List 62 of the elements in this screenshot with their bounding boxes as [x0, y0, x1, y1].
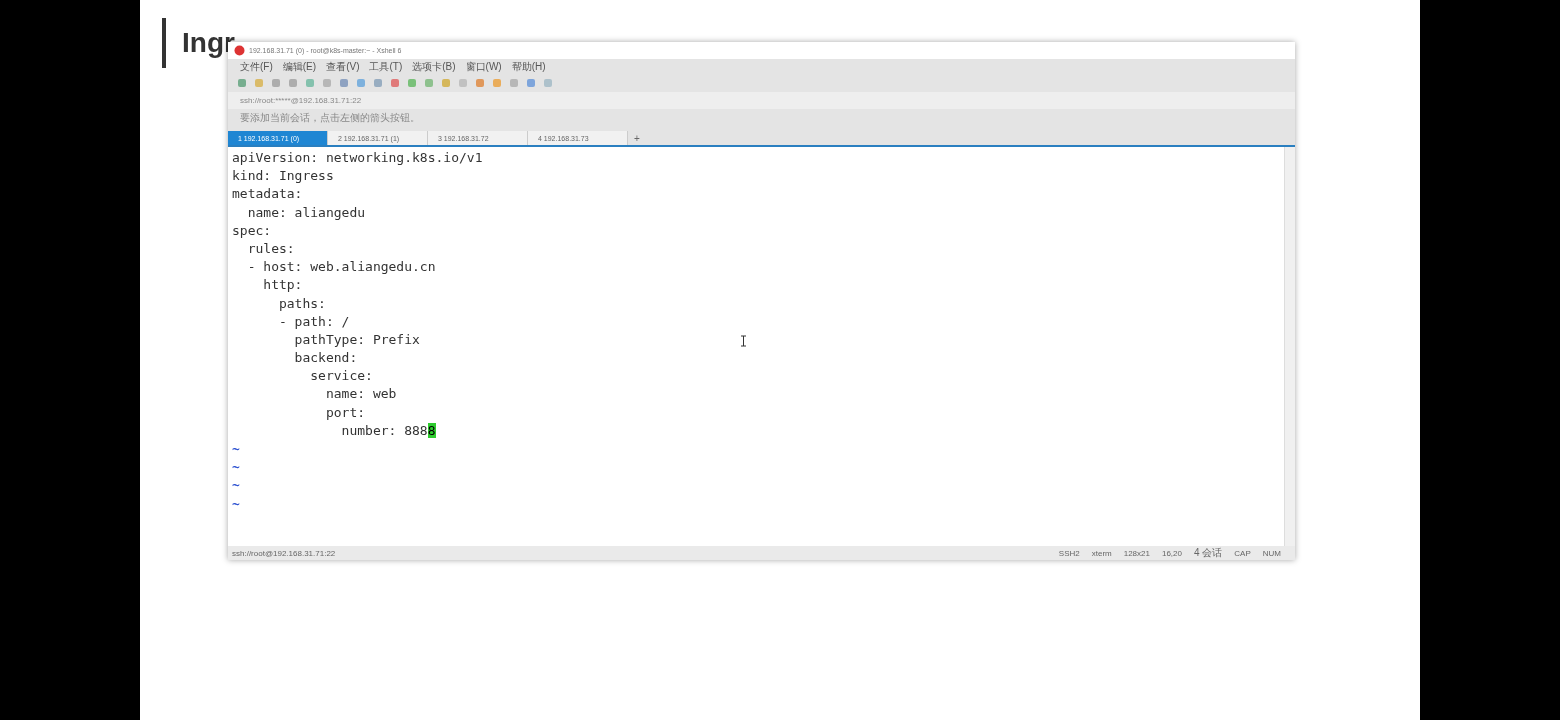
toolbar-icon[interactable]	[527, 79, 535, 87]
menu-item[interactable]: 查看(V)	[326, 59, 360, 74]
info-text: 要添加当前会话，点击左侧的箭头按钮。	[240, 111, 420, 125]
code-line: name: web	[324, 386, 397, 402]
slide-title: Ingr	[182, 27, 235, 59]
menu-item[interactable]: 工具(T)	[369, 59, 403, 74]
toolbar-icon[interactable]	[306, 79, 314, 87]
toolbar-icon[interactable]	[476, 79, 484, 87]
text-cursor-icon	[740, 335, 747, 347]
code-line: paths:	[277, 295, 326, 311]
status-item: CAP	[1234, 548, 1251, 558]
toolbar-icon[interactable]	[323, 79, 331, 87]
code-line: metadata:	[232, 186, 303, 202]
toolbar-icon[interactable]	[357, 79, 365, 87]
toolbar-icon[interactable]	[391, 79, 399, 87]
status-item: xterm	[1091, 548, 1112, 558]
code-line: - host: web.aliangedu.cn	[246, 259, 436, 275]
code-line: service:	[309, 368, 373, 384]
toolbar-icon[interactable]	[289, 79, 297, 87]
menu-item[interactable]: 文件(F)	[240, 59, 273, 74]
toolbar-icon[interactable]	[544, 79, 552, 87]
toolbar-icon[interactable]	[459, 79, 467, 87]
toolbar-icon[interactable]	[374, 79, 382, 87]
code-line: number: 888	[340, 422, 428, 438]
toolbar-icon[interactable]	[425, 79, 433, 87]
toolbar-icon[interactable]	[510, 79, 518, 87]
address-field[interactable]: ssh://root:*****@192.168.31.71:22	[240, 96, 362, 105]
menu-item[interactable]: 帮助(H)	[511, 59, 546, 74]
status-address: ssh://root@192.168.31.71:22	[232, 548, 336, 558]
toolbar-icon[interactable]	[272, 79, 280, 87]
status-item: NUM	[1262, 548, 1281, 558]
code-line: pathType: Prefix	[293, 331, 420, 347]
empty-line-marker: ~	[232, 495, 240, 511]
code-line: backend:	[293, 350, 358, 366]
code-line: apiVersion: networking.k8s.io/v1	[232, 150, 483, 165]
toolbar-icon[interactable]	[340, 79, 348, 87]
status-item: SSH2	[1058, 548, 1080, 558]
empty-line-marker: ~	[232, 459, 240, 475]
menu-item[interactable]: 窗口(W)	[465, 59, 502, 74]
toolbar-icon[interactable]	[408, 79, 416, 87]
status-item: 128x21	[1123, 548, 1150, 558]
menu-item[interactable]: 选项卡(B)	[412, 59, 456, 74]
toolbar-icon[interactable]	[238, 79, 246, 87]
code-line: http:	[262, 277, 303, 293]
code-line: kind: Ingress	[232, 168, 334, 184]
code-line: - path: /	[277, 313, 350, 329]
code-line: spec:	[232, 222, 272, 238]
status-item: 16,20	[1161, 548, 1182, 558]
code-line: name: aliangedu	[246, 204, 366, 220]
new-tab-button[interactable]: +	[628, 131, 646, 145]
scrollbar[interactable]	[1284, 147, 1295, 546]
toolbar-icon[interactable]	[442, 79, 450, 87]
cursor-char: 8	[427, 422, 436, 438]
code-line: port:	[324, 404, 366, 420]
app-icon	[234, 45, 245, 56]
code-line: rules:	[246, 240, 295, 256]
toolbar-icon[interactable]	[255, 79, 263, 87]
toolbar-icon[interactable]	[493, 79, 501, 87]
menu-item[interactable]: 编辑(E)	[282, 59, 317, 74]
empty-line-marker: ~	[232, 477, 240, 493]
empty-line-marker: ~	[232, 441, 240, 456]
status-item: 4 会话	[1194, 546, 1223, 560]
